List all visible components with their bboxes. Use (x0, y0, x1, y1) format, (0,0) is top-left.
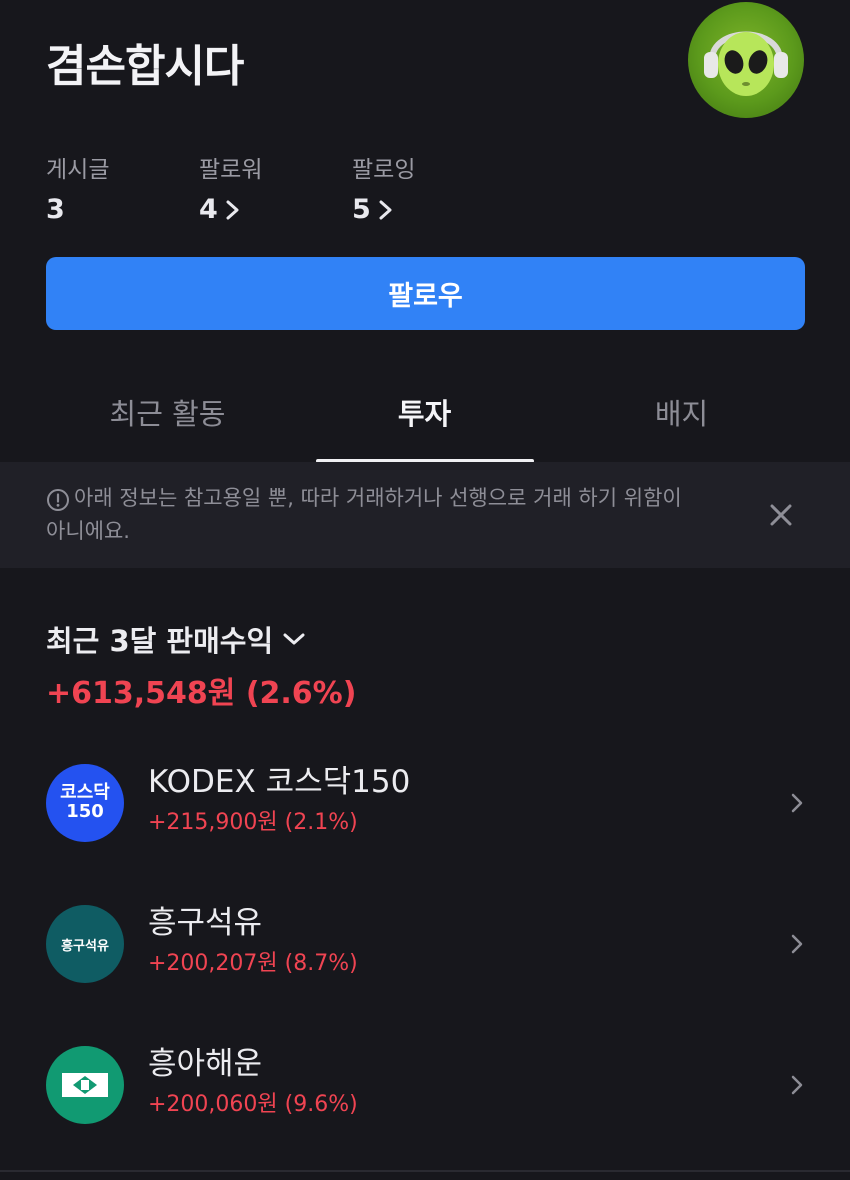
holding-profit: +200,207원 (8.7%) (148, 951, 358, 976)
stat-following-value: 5 (352, 194, 415, 225)
holding-row-heunga[interactable]: 흥아해운 +200,060원 (9.6%) (0, 1046, 850, 1166)
logo-text-line2: 150 (66, 801, 104, 822)
holding-profit: +215,900원 (2.1%) (148, 810, 358, 835)
chevron-right-icon (791, 1075, 803, 1095)
stat-followers-label: 팔로워 (199, 157, 263, 183)
shipping-emblem-icon (62, 1073, 108, 1097)
disclaimer-text: 아래 정보는 참고용일 뿐, 따라 거래하거나 선행으로 거래 하기 위함이 아… (46, 486, 682, 543)
chevron-right-icon (791, 793, 803, 813)
stat-posts: 게시글 3 (46, 150, 109, 225)
profile-username: 겸손합시다 (46, 41, 244, 92)
tab-investment[interactable]: 투자 (283, 362, 566, 462)
disclaimer-notice: 아래 정보는 참고용일 뿐, 따라 거래하거나 선행으로 거래 하기 위함이 아… (0, 462, 850, 568)
profile-page: 겸손합시다 게시글 3 팔로워 4 팔로잉 5 팔로우 최근 활동 투자 배지 … (0, 0, 850, 1180)
chevron-right-icon (379, 200, 392, 219)
tab-recent-activity[interactable]: 최근 활동 (26, 362, 309, 462)
holding-row-heungu[interactable]: 흥구석유 흥구석유 +200,207원 (8.7%) (0, 905, 850, 1025)
holding-row-kodex[interactable]: 코스닥 150 KODEX 코스닥150 +215,900원 (2.1%) (0, 764, 850, 884)
bottom-divider (0, 1170, 850, 1172)
logo-text: 흥구석유 (61, 938, 109, 954)
holding-name: 흥구석유 (148, 905, 263, 941)
tab-badges[interactable]: 배지 (540, 362, 823, 462)
profit-period-dropdown[interactable]: 최근 3달 판매수익 (46, 618, 307, 660)
stat-posts-value: 3 (46, 194, 65, 225)
chevron-right-icon (791, 934, 803, 954)
stat-followers-value: 4 (199, 194, 262, 225)
holding-name: KODEX 코스닥150 (148, 764, 411, 800)
heunga-shipping-logo (46, 1046, 124, 1124)
heungu-oil-logo: 흥구석유 (46, 905, 124, 983)
stat-posts-label: 게시글 (46, 157, 110, 183)
chevron-right-icon (226, 200, 239, 219)
holding-name: 흥아해운 (148, 1046, 263, 1082)
stat-followers[interactable]: 팔로워 4 (199, 150, 262, 225)
avatar[interactable] (688, 2, 804, 118)
profit-summary-value: +613,548원 (2.6%) (46, 676, 357, 711)
chevron-down-icon (283, 633, 305, 645)
kodex-kosdaq150-logo: 코스닥 150 (46, 764, 124, 842)
profile-tabs: 최근 활동 투자 배지 (0, 362, 850, 463)
follow-button[interactable]: 팔로우 (46, 257, 805, 330)
stat-following[interactable]: 팔로잉 5 (352, 150, 415, 225)
profit-summary-title: 최근 3달 판매수익 (46, 624, 274, 658)
close-icon[interactable] (766, 500, 796, 530)
holding-profit: +200,060원 (9.6%) (148, 1092, 358, 1117)
stat-following-label: 팔로잉 (352, 157, 416, 183)
alien-headphones-avatar-icon (704, 31, 788, 96)
